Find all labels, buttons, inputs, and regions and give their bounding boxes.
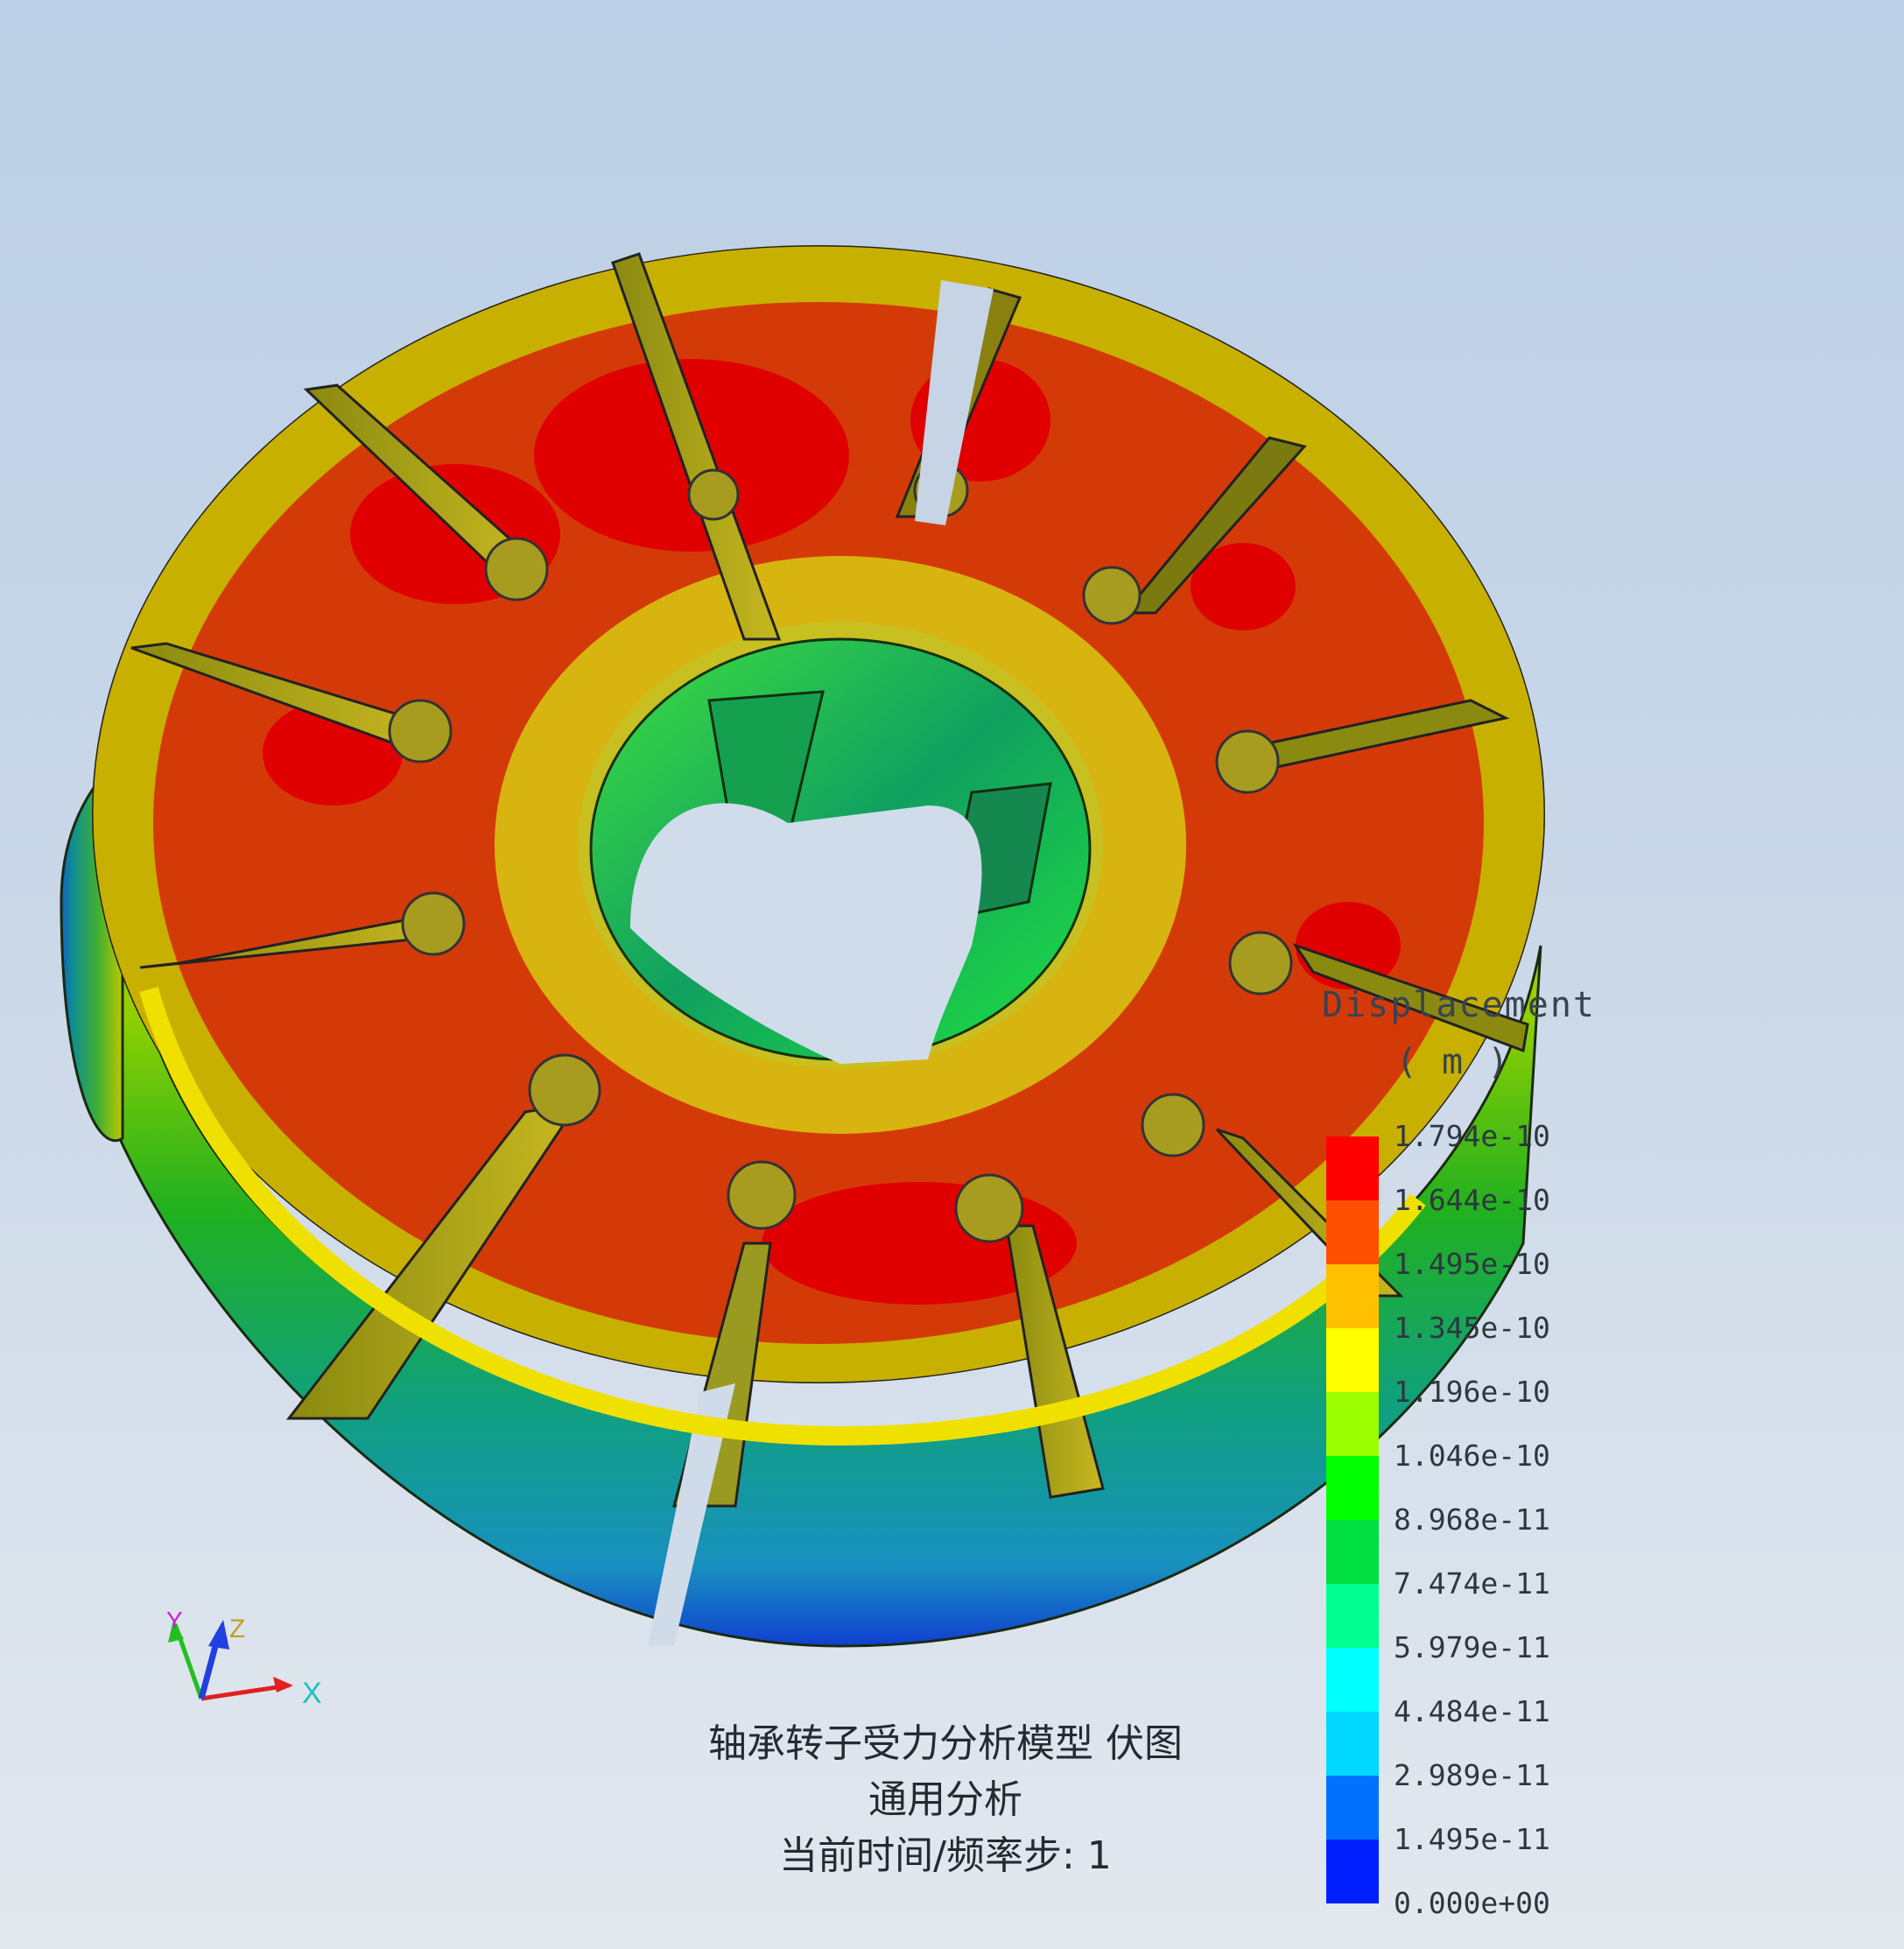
legend-swatch	[1326, 1520, 1379, 1584]
color-legend: Displacement ( m ) 1.794e-10 1.644e-10 1.4…	[1322, 959, 1596, 1931]
model-viewport[interactable]: X Y Z	[0, 0, 1904, 1949]
legend-swatch	[1326, 1456, 1379, 1520]
legend-label: 0.000e+00	[1394, 1886, 1550, 1920]
result-caption: 轴承转子受力分析模型 伏图 通用分析 当前时间/频率步: 1	[613, 1716, 1278, 1884]
z-axis-arrowhead	[208, 1620, 229, 1650]
legend-label: 1.046e-10	[1394, 1439, 1550, 1473]
legend-unit: ( m )	[1395, 1042, 1511, 1082]
caption-model-title: 轴承转子受力分析模型 伏图	[708, 1721, 1183, 1766]
y-axis-label: Y	[166, 1607, 183, 1634]
legend-swatch	[1326, 1840, 1379, 1903]
legend-swatch	[1326, 1776, 1379, 1840]
legend-swatch	[1326, 1648, 1379, 1712]
caption-analysis-type: 通用分析	[868, 1777, 1022, 1822]
legend-swatch	[1326, 1136, 1379, 1200]
coordinate-triad: X Y Z	[166, 1607, 322, 1710]
z-axis-label: Z	[229, 1615, 245, 1643]
legend-label: 1.196e-10	[1394, 1375, 1550, 1409]
legend-label: 1.794e-10	[1394, 1119, 1550, 1153]
x-axis-label: X	[302, 1677, 322, 1710]
legend-color-bar	[1326, 1136, 1379, 1903]
x-axis-arrowhead	[273, 1677, 293, 1692]
legend-label: 8.968e-11	[1394, 1502, 1550, 1537]
legend-label: 1.345e-10	[1394, 1311, 1550, 1345]
legend-label: 1.495e-11	[1394, 1822, 1550, 1856]
legend-label: 1.644e-10	[1394, 1183, 1550, 1217]
legend-label: 4.484e-11	[1394, 1694, 1550, 1728]
legend-swatch	[1326, 1712, 1379, 1776]
legend-swatch	[1326, 1584, 1379, 1648]
legend-label: 5.979e-11	[1394, 1630, 1550, 1664]
legend-label: 2.989e-11	[1394, 1758, 1550, 1792]
legend-swatch	[1326, 1264, 1379, 1328]
legend-title: Displacement	[1322, 985, 1596, 1025]
legend-label: 7.474e-11	[1394, 1566, 1550, 1601]
legend-swatch	[1326, 1392, 1379, 1456]
legend-label: 1.495e-10	[1394, 1247, 1550, 1281]
caption-time-step: 当前时间/频率步: 1	[779, 1833, 1112, 1878]
legend-swatch	[1326, 1200, 1379, 1264]
legend-swatch	[1326, 1328, 1379, 1392]
